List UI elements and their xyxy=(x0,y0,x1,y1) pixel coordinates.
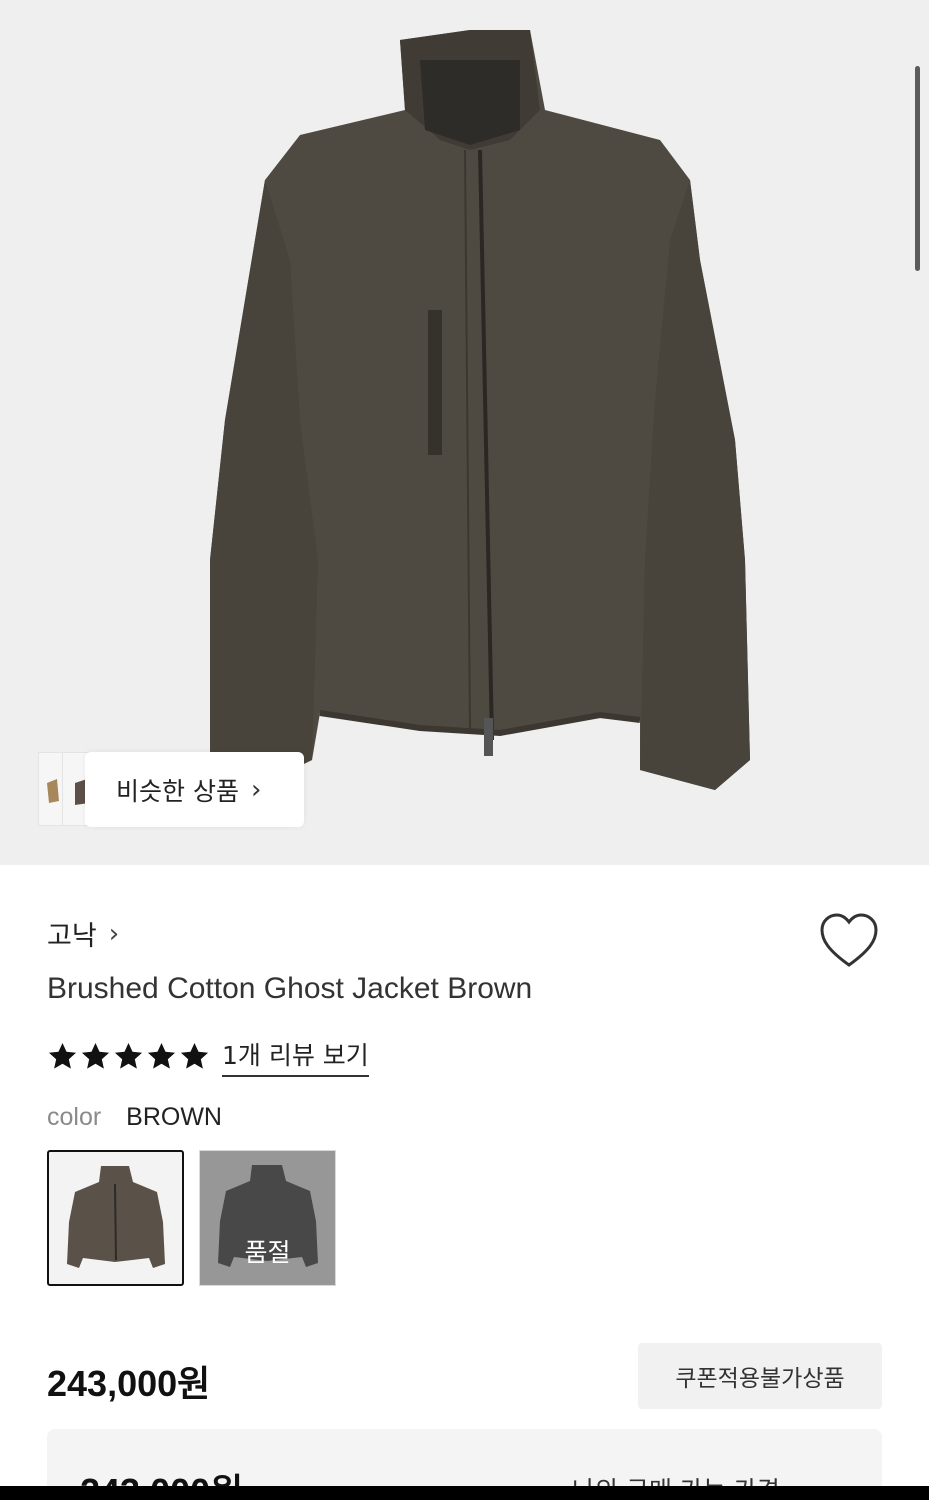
similar-products-button[interactable]: 비슷한 상품 › xyxy=(85,752,304,827)
bottom-bar xyxy=(0,1486,929,1500)
star-icon xyxy=(114,1042,143,1069)
product-image[interactable] xyxy=(0,0,929,865)
brand-name: 고낙 xyxy=(47,921,97,952)
heart-icon[interactable] xyxy=(818,912,880,970)
price-number: 243,000 xyxy=(47,1363,178,1404)
star-icon xyxy=(147,1042,176,1069)
soldout-label: 품절 xyxy=(244,1238,291,1267)
star-rating xyxy=(47,1041,210,1072)
product-title: Brushed Cotton Ghost Jacket Brown xyxy=(47,972,533,1005)
jacket-thumb-icon xyxy=(67,1166,165,1268)
color-label: color xyxy=(47,1103,102,1131)
scrollbar[interactable] xyxy=(915,66,920,271)
color-value: BROWN xyxy=(126,1103,222,1131)
chevron-right-icon: › xyxy=(250,774,262,805)
brand-link[interactable]: 고낙 › xyxy=(47,914,119,953)
jacket-photo xyxy=(210,30,750,790)
similar-label: 비슷한 상품 xyxy=(116,776,239,806)
star-icon xyxy=(81,1042,110,1069)
color-row: color BROWN xyxy=(47,1103,222,1132)
coupon-badge: 쿠폰적용불가상품 xyxy=(638,1343,882,1409)
color-swatch-brown[interactable] xyxy=(47,1150,184,1286)
star-icon xyxy=(180,1042,209,1069)
review-link[interactable]: 1개 리뷰 보기 xyxy=(222,1036,369,1077)
chevron-right-icon: › xyxy=(108,918,120,949)
rating-row: 1개 리뷰 보기 xyxy=(47,1036,369,1077)
color-swatch-soldout[interactable]: 품절 xyxy=(199,1150,336,1286)
star-icon xyxy=(48,1042,77,1069)
price: 243,000원 xyxy=(47,1355,210,1407)
price-unit: 원 xyxy=(177,1364,211,1405)
